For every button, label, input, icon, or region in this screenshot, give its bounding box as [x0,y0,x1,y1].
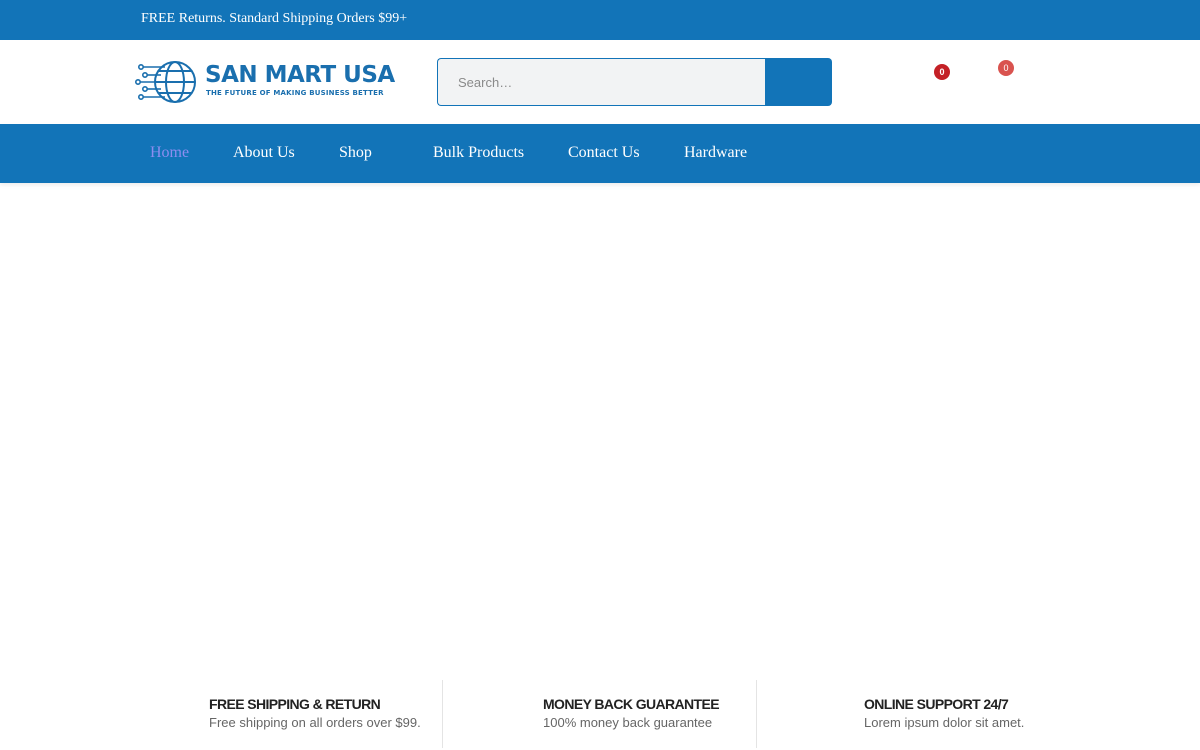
feature-description: Lorem ipsum dolor sit amet. [864,715,1025,730]
cart-link[interactable] [976,68,1000,92]
circuit-globe-icon [135,61,196,103]
top-promo-bar: FREE Returns. Standard Shipping Orders $… [0,0,1200,40]
cart-count-badge: 0 [998,60,1014,76]
feature-description: Free shipping on all orders over $99. [209,715,421,730]
nav-item-contact-us[interactable]: Contact Us [568,144,640,162]
main-nav: Home About Us Shop Bulk Products Contact… [0,124,1200,183]
feature-divider [442,680,443,748]
feature-title: MONEY BACK GUARANTEE [543,696,720,712]
feature-description: 100% money back guarantee [543,715,713,730]
search-input[interactable] [437,58,767,106]
wishlist-link[interactable] [912,70,936,94]
nav-item-about-us[interactable]: About Us [233,144,295,162]
feature-title: FREE SHIPPING & RETURN [209,696,381,712]
logo-tagline: THE FUTURE OF MAKING BUSINESS BETTER [206,89,384,97]
nav-item-shop[interactable]: Shop [339,144,372,162]
feature-money-back: MONEY BACK GUARANTEE 100% money back gua… [543,696,720,730]
feature-free-shipping: FREE SHIPPING & RETURN Free shipping on … [209,696,421,730]
logo-brand-text: SAN MART USA [205,62,395,88]
nav-item-hardware[interactable]: Hardware [684,144,747,162]
promo-text: FREE Returns. Standard Shipping Orders $… [141,11,408,26]
search-form [437,58,832,106]
nav-item-bulk-products[interactable]: Bulk Products [433,144,524,162]
feature-online-support: ONLINE SUPPORT 24/7 Lorem ipsum dolor si… [864,696,1024,730]
feature-divider [756,680,757,748]
search-button[interactable] [765,58,832,106]
wishlist-count-badge: 0 [934,64,950,80]
feature-title: ONLINE SUPPORT 24/7 [864,696,1009,712]
nav-item-home[interactable]: Home [150,144,189,162]
site-logo[interactable]: SAN MART USA THE FUTURE OF MAKING BUSINE… [135,58,395,108]
feature-strip: FREE SHIPPING & RETURN Free shipping on … [0,680,1200,750]
site-header: SAN MART USA THE FUTURE OF MAKING BUSINE… [0,40,1200,124]
